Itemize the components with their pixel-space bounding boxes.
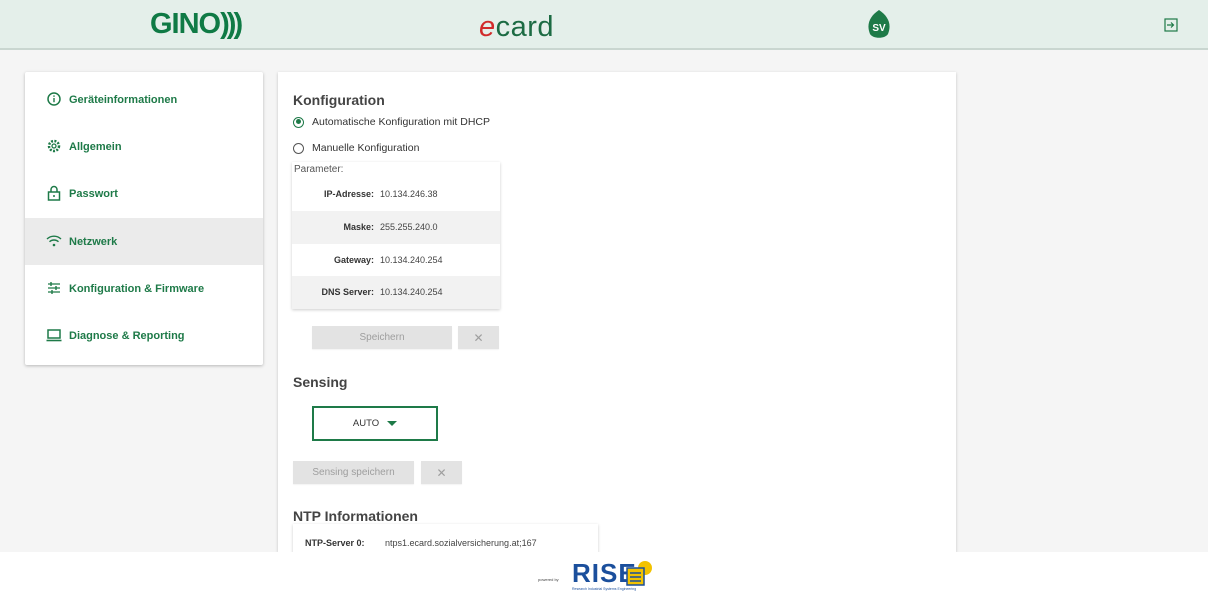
sensing-cancel-button[interactable]: ✕ bbox=[421, 461, 462, 484]
sidebar-item-diagnose-reporting[interactable]: Diagnose & Reporting bbox=[25, 312, 263, 359]
app-header: GINO))) ecard SV bbox=[0, 0, 1208, 50]
save-button[interactable]: Speichern bbox=[312, 326, 452, 349]
ecard-logo: ecard bbox=[479, 11, 554, 44]
section-title-sensing: Sensing bbox=[293, 374, 348, 390]
parameter-heading: Parameter: bbox=[294, 164, 344, 175]
parameter-table: Parameter: IP-Adresse: 10.134.246.38 Mas… bbox=[292, 162, 500, 309]
radio-dhcp-indicator[interactable] bbox=[293, 116, 304, 128]
cancel-button[interactable]: ✕ bbox=[458, 326, 499, 349]
param-key: IP-Adresse: bbox=[323, 189, 374, 199]
param-key: DNS Server: bbox=[321, 287, 374, 297]
param-value: 10.134.240.254 bbox=[380, 255, 443, 265]
rise-logo-icon bbox=[626, 561, 652, 586]
section-title-konfiguration: Konfiguration bbox=[293, 92, 385, 108]
table-row: Gateway: 10.134.240.254 bbox=[292, 244, 500, 277]
ntp-key: NTP-Server 0: bbox=[305, 538, 365, 548]
param-key: Gateway: bbox=[333, 255, 374, 265]
param-key: Maske: bbox=[343, 222, 374, 232]
section-title-ntp: NTP Informationen bbox=[293, 508, 418, 524]
radio-dhcp-label: Automatische Konfiguration mit DHCP bbox=[312, 116, 490, 128]
caret-down-icon bbox=[387, 421, 398, 426]
sidebar-item-label: Konfiguration & Firmware bbox=[69, 282, 205, 295]
footer: powered by RISE Research Industrial Syst… bbox=[0, 552, 1208, 594]
table-row: DNS Server: 10.134.240.254 bbox=[292, 276, 500, 309]
sidebar-item-label: Diagnose & Reporting bbox=[69, 329, 185, 342]
gino-logo-waves: ))) bbox=[220, 8, 243, 40]
gear-icon bbox=[47, 139, 61, 153]
sidebar-item-netzwerk[interactable]: Netzwerk bbox=[25, 218, 263, 265]
sidebar-item-label: Allgemein bbox=[69, 140, 122, 153]
sensing-select-value: AUTO bbox=[352, 418, 380, 429]
powered-by-text: powered by bbox=[538, 577, 559, 582]
ntp-value: ntps1.ecard.sozialversicherung.at;167 bbox=[385, 538, 537, 548]
sidebar: Geräteinformationen Allgemein Passwort N… bbox=[25, 72, 263, 365]
param-value: 10.134.240.254 bbox=[380, 287, 443, 297]
radio-manual-label: Manuelle Konfiguration bbox=[312, 142, 420, 154]
radio-dhcp[interactable]: Automatische Konfiguration mit DHCP bbox=[293, 116, 490, 128]
sensing-save-button[interactable]: Sensing speichern bbox=[293, 461, 414, 484]
info-icon bbox=[47, 92, 61, 106]
ecard-logo-e: e bbox=[479, 11, 496, 43]
lock-icon bbox=[47, 185, 61, 201]
sidebar-item-allgemein[interactable]: Allgemein bbox=[25, 123, 263, 170]
logout-icon[interactable] bbox=[1164, 18, 1178, 32]
sidebar-item-passwort[interactable]: Passwort bbox=[25, 170, 263, 217]
sv-logo-text: SV bbox=[872, 23, 886, 34]
sidebar-item-konfiguration-firmware[interactable]: Konfiguration & Firmware bbox=[25, 265, 263, 312]
main-panel: Konfiguration Automatische Konfiguration… bbox=[278, 72, 956, 552]
sv-logo: SV bbox=[868, 10, 890, 38]
param-value: 10.134.246.38 bbox=[380, 189, 438, 199]
table-row: IP-Adresse: 10.134.246.38 bbox=[292, 178, 500, 211]
table-row: Maske: 255.255.240.0 bbox=[292, 211, 500, 244]
sidebar-item-label: Geräteinformationen bbox=[69, 93, 178, 106]
radio-manual[interactable]: Manuelle Konfiguration bbox=[293, 142, 419, 154]
rise-logo-subtitle: Research Industrial Systems Engineering bbox=[572, 587, 637, 591]
sidebar-item-label: Passwort bbox=[69, 187, 118, 200]
gino-logo-text: GINO bbox=[150, 8, 221, 40]
laptop-icon bbox=[46, 329, 62, 342]
sensing-select[interactable]: AUTO bbox=[312, 406, 438, 441]
ntp-table: NTP-Server 0: ntps1.ecard.sozialversiche… bbox=[293, 524, 598, 552]
sliders-icon bbox=[48, 282, 60, 294]
radio-manual-indicator[interactable] bbox=[293, 142, 304, 154]
param-value: 255.255.240.0 bbox=[380, 222, 438, 232]
wifi-icon bbox=[46, 235, 62, 247]
ecard-logo-text: card bbox=[495, 11, 555, 43]
gino-logo: GINO))) bbox=[150, 8, 243, 41]
sidebar-item-label: Netzwerk bbox=[69, 235, 118, 248]
sidebar-item-geraeteinformationen[interactable]: Geräteinformationen bbox=[25, 76, 263, 123]
